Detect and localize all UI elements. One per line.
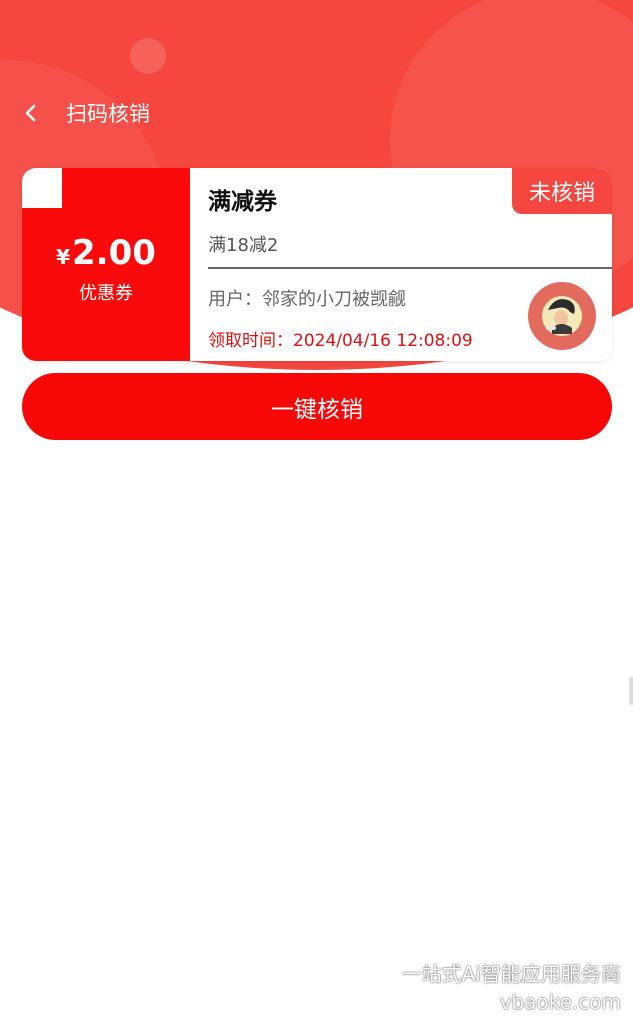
avatar	[528, 282, 596, 350]
coupon-amount: 2.00	[72, 232, 156, 273]
coupon-rule: 满18减2	[208, 235, 279, 256]
coupon-amount-row: ¥ 2.00	[56, 233, 156, 273]
currency-symbol: ¥	[56, 244, 71, 269]
coupon-claim-time: 领取时间：2024/04/16 12:08:09	[208, 331, 473, 351]
chevron-left-icon	[25, 104, 36, 122]
edge-handle	[629, 677, 633, 705]
decor-dot	[130, 38, 166, 74]
coupon-detail-panel: 满减券 满18减2 用户：邻家的小刀被觊觎 领取时间：2024/04/16 12…	[190, 168, 612, 361]
watermark-line-1: 一站式Ai智能应用服务商	[401, 962, 621, 986]
nav-bar: 扫码核销	[0, 90, 633, 136]
watermark: 一站式Ai智能应用服务商 vbaoke.com	[402, 960, 621, 1016]
divider	[208, 267, 612, 269]
status-badge: 未核销	[512, 168, 612, 214]
page-title: 扫码核销	[66, 102, 150, 126]
watermark-line-2: vbaoke.com	[499, 990, 621, 1014]
verify-all-button[interactable]: 一键核销	[22, 373, 612, 440]
coupon-kind: 优惠券	[79, 282, 133, 304]
coupon-value-panel: ¥ 2.00 优惠券	[22, 168, 190, 361]
coupon-name: 满减券	[208, 189, 277, 215]
page: 扫码核销 ¥ 2.00 优惠券 满减券 满18减2 用户：邻家的小刀被觊觎 领取…	[0, 0, 633, 1024]
avatar-illustration-icon	[542, 296, 582, 336]
coupon-user: 用户：邻家的小刀被觊觎	[208, 289, 406, 310]
back-button[interactable]	[0, 90, 62, 136]
coupon-corner	[22, 168, 62, 208]
coupon-card: ¥ 2.00 优惠券 满减券 满18减2 用户：邻家的小刀被觊觎 领取时间：20…	[22, 168, 612, 361]
